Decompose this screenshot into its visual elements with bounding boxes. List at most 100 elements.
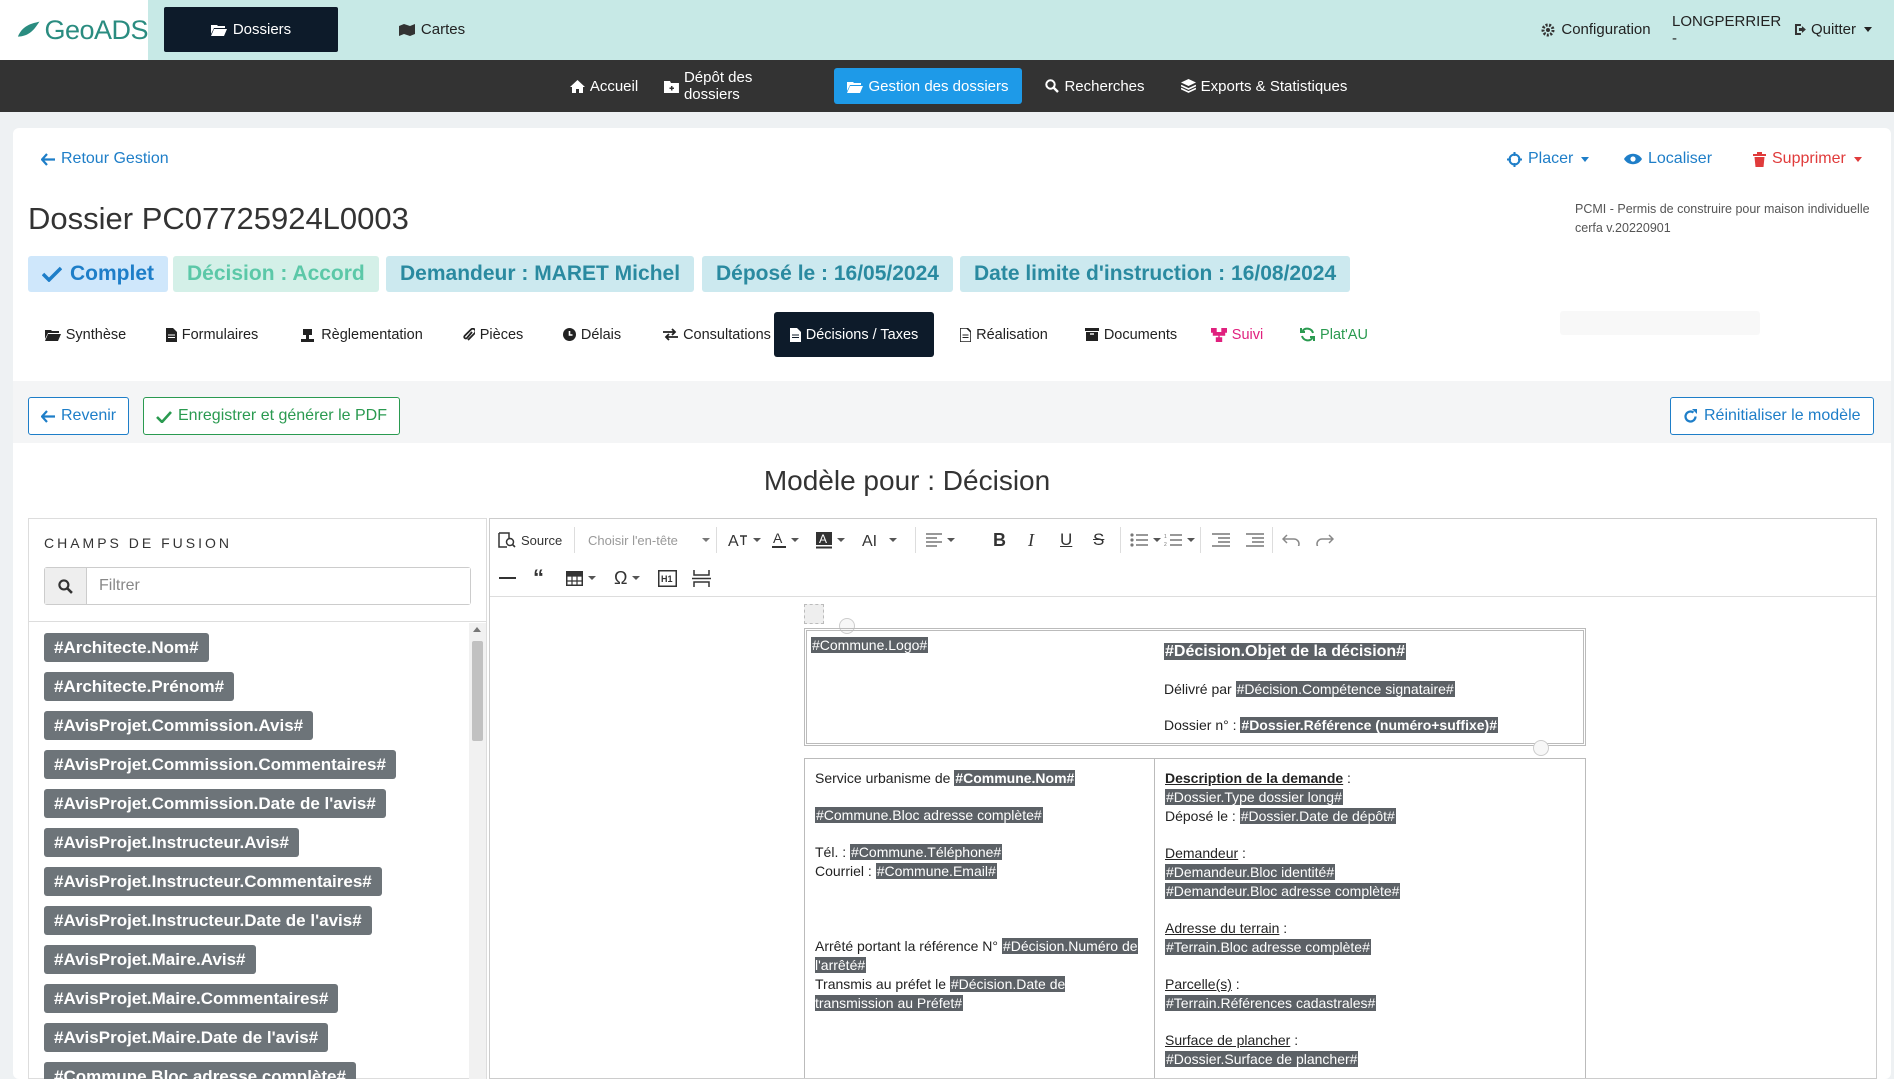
tab-reglementation[interactable]: Règlementation — [287, 312, 437, 357]
model-title: Modèle pour : Décision — [763, 465, 1051, 496]
merge-field[interactable]: #Dossier.Date de dépôt# — [1239, 808, 1396, 824]
body-right-cell[interactable]: Description de la demande : #Dossier.Typ… — [1155, 759, 1587, 1078]
cerfa-version: cerfa v.20220901 — [1575, 221, 1671, 235]
nav-accueil[interactable]: Accueil — [556, 68, 652, 104]
nav-exports[interactable]: Exports & Statistiques — [1180, 68, 1348, 104]
strikethrough-button[interactable]: S — [1093, 525, 1104, 555]
underline-button[interactable]: U — [1060, 525, 1072, 555]
tab-platau[interactable]: Plat'AU — [1289, 312, 1379, 357]
fusion-tag[interactable]: #AvisProjet.Instructeur.Date de l'avis# — [44, 906, 372, 935]
configuration-button[interactable]: Configuration — [1526, 7, 1666, 52]
table-button[interactable] — [566, 563, 596, 593]
merge-field[interactable]: #Demandeur.Bloc identité# — [1165, 864, 1336, 880]
page-break-button[interactable] — [692, 563, 711, 593]
save-generate-pdf-button[interactable]: Enregistrer et générer le PDF — [143, 397, 400, 435]
italic-button[interactable]: I — [1028, 525, 1034, 555]
sitemap-icon — [1210, 327, 1227, 342]
merge-field[interactable]: #Dossier.Type dossier long# — [1165, 789, 1343, 805]
fusion-tag[interactable]: #AvisProjet.Commission.Avis# — [44, 711, 314, 740]
fusion-tag[interactable]: #AvisProjet.Instructeur.Avis# — [44, 828, 299, 857]
fusion-tag[interactable]: #AvisProjet.Commission.Commentaires# — [44, 750, 396, 779]
header-right-cell[interactable]: #Décision.Objet de la décision# Délivré … — [1164, 643, 1584, 733]
font-color-button[interactable]: A — [772, 525, 799, 555]
tab-decisions-taxes[interactable]: Décisions / Taxes — [774, 312, 934, 357]
nav-dossiers-button[interactable]: Dossiers — [164, 7, 338, 52]
document-header-table[interactable]: #Commune.Logo# #Décision.Objet de la déc… — [804, 628, 1586, 746]
document-body-table[interactable]: Service urbanisme de #Commune.Nom# #Comm… — [804, 758, 1586, 1078]
insert-paragraph-handle-icon[interactable] — [1533, 740, 1549, 756]
clock-icon — [562, 328, 576, 341]
placer-dropdown[interactable]: Placer — [1507, 150, 1590, 168]
merge-field[interactable]: #Dossier.Surface de plancher# — [1165, 1051, 1359, 1067]
indent-button[interactable] — [1246, 525, 1264, 555]
horizontal-line-button[interactable] — [499, 563, 516, 593]
body-left-cell[interactable]: Service urbanisme de #Commune.Nom# #Comm… — [805, 759, 1155, 1078]
logo-cell[interactable]: #Commune.Logo# — [811, 637, 929, 653]
fusion-tag[interactable]: #AvisProjet.Commission.Date de l'avis# — [44, 789, 386, 818]
fusion-tag[interactable]: #AvisProjet.Maire.Date de l'avis# — [44, 1023, 329, 1052]
bold-button[interactable]: B — [993, 525, 1006, 555]
table-select-handle[interactable] — [804, 604, 824, 624]
exchange-icon — [663, 328, 679, 341]
supprimer-dropdown[interactable]: Supprimer — [1753, 150, 1862, 168]
fusion-tag[interactable]: #Commune.Bloc adresse complète# — [44, 1062, 356, 1079]
bulleted-list-button[interactable] — [1130, 525, 1161, 555]
outdent-button[interactable] — [1212, 525, 1230, 555]
fusion-tag[interactable]: #AvisProjet.Maire.Avis# — [44, 945, 256, 974]
tab-documents[interactable]: Documents — [1075, 312, 1187, 357]
fusion-filter-input[interactable] — [87, 568, 470, 604]
tab-consultations[interactable]: Consultations — [647, 312, 787, 357]
fusion-tag[interactable]: #Architecte.Prénom# — [44, 672, 235, 701]
back-to-gestion-link[interactable]: Retour Gestion — [41, 150, 169, 168]
ai-assistant-button[interactable]: AI — [862, 525, 897, 555]
merge-field[interactable]: #Commune.Téléphone# — [850, 844, 1003, 860]
tab-realisation[interactable]: Réalisation — [950, 312, 1058, 357]
merge-field[interactable]: #Terrain.Bloc adresse complète# — [1165, 939, 1371, 955]
static-text: Courriel : — [815, 863, 872, 879]
merge-field[interactable]: #Décision.Compétence signataire# — [1235, 681, 1455, 697]
toolbar-separator — [915, 527, 916, 553]
merge-field[interactable]: #Commune.Nom# — [954, 770, 1076, 786]
eye-icon — [1624, 153, 1642, 165]
blockquote-button[interactable]: “ — [533, 563, 544, 593]
source-icon — [498, 532, 516, 548]
reset-model-button[interactable]: Réinitialiser le modèle — [1670, 397, 1874, 435]
tab-suivi[interactable]: Suivi — [1203, 312, 1271, 357]
source-button[interactable]: Source — [498, 525, 562, 555]
merge-field[interactable]: #Commune.Email# — [875, 863, 997, 879]
fusion-scrollbar[interactable] — [469, 623, 486, 1079]
localiser-button[interactable]: Localiser — [1624, 150, 1712, 168]
merge-field[interactable]: #Décision.Objet de la décision# — [1164, 643, 1407, 660]
align-button[interactable] — [926, 525, 955, 555]
tab-formulaires[interactable]: Formulaires — [156, 312, 268, 357]
nav-recherches[interactable]: Recherches — [1042, 68, 1148, 104]
scroll-up-arrow-icon[interactable] — [473, 627, 481, 632]
merge-field[interactable]: #Dossier.Référence (numéro+suffixe)# — [1240, 717, 1499, 733]
tab-delais[interactable]: Délais — [549, 312, 635, 357]
merge-field[interactable]: #Terrain.Références cadastrales# — [1165, 995, 1377, 1011]
app-logo[interactable]: GeoADS — [0, 0, 148, 60]
user-menu-button[interactable]: LONGPERRIER - Quitter — [1672, 7, 1872, 52]
nav-gestion[interactable]: Gestion des dossiers — [834, 68, 1022, 104]
revenir-button[interactable]: Revenir — [28, 397, 130, 435]
numbered-list-button[interactable]: 12 — [1164, 525, 1195, 555]
font-size-button[interactable]: A — [728, 525, 761, 555]
nav-depot[interactable]: Dépôt des dossiers — [664, 68, 812, 104]
merge-field[interactable]: #Commune.Logo# — [811, 637, 929, 653]
fusion-tag[interactable]: #AvisProjet.Maire.Commentaires# — [44, 984, 339, 1013]
editor-document[interactable]: #Commune.Logo# #Décision.Objet de la déc… — [490, 598, 1876, 1078]
tab-synthese[interactable]: Synthèse — [33, 312, 138, 357]
fusion-tag[interactable]: #AvisProjet.Instructeur.Commentaires# — [44, 867, 382, 896]
special-characters-button[interactable]: Ω — [614, 563, 641, 593]
heading-block-button[interactable]: H1 — [658, 563, 677, 593]
merge-field[interactable]: #Demandeur.Bloc adresse complète# — [1165, 883, 1401, 899]
undo-button[interactable] — [1282, 525, 1300, 555]
scrollbar-thumb[interactable] — [472, 641, 483, 741]
heading-select[interactable]: Choisir l'en-tête — [588, 525, 710, 555]
redo-button[interactable] — [1316, 525, 1334, 555]
background-color-button[interactable]: A — [816, 525, 845, 555]
merge-field[interactable]: #Commune.Bloc adresse complète# — [815, 807, 1043, 823]
tab-pieces[interactable]: Pièces — [450, 312, 536, 357]
fusion-tag[interactable]: #Architecte.Nom# — [44, 633, 209, 662]
nav-cartes-button[interactable]: Cartes — [392, 7, 472, 52]
